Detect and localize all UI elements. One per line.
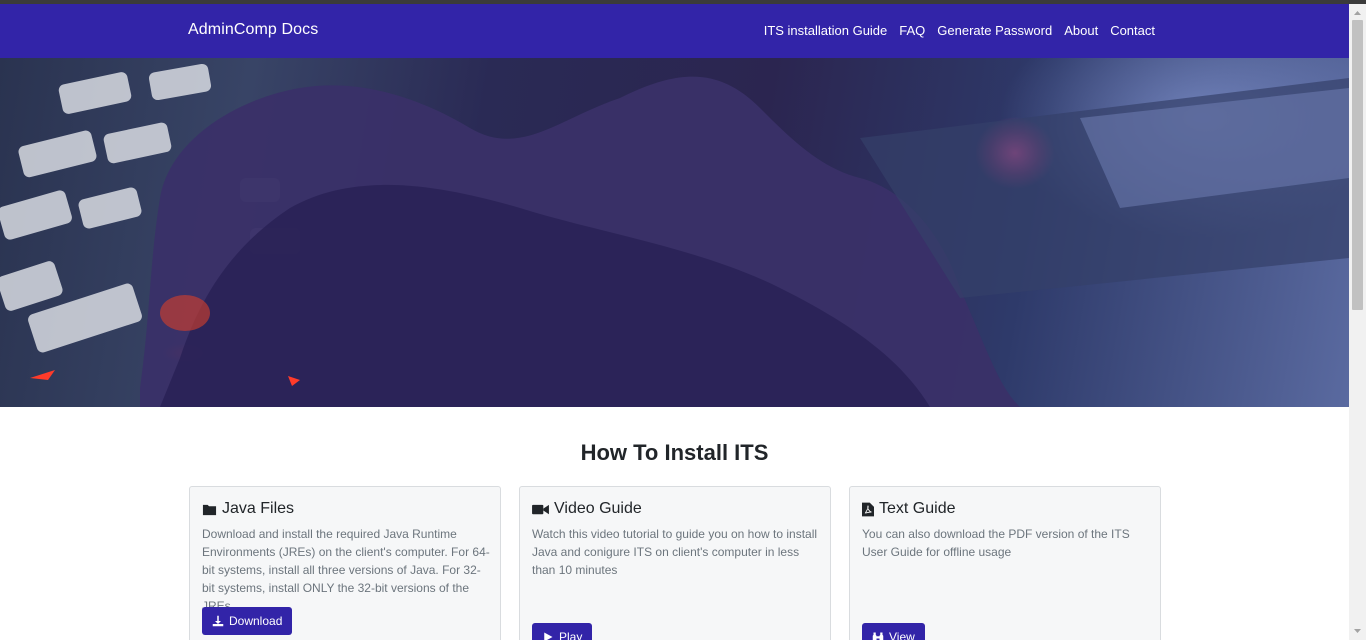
nav-link-about[interactable]: About	[1064, 23, 1098, 38]
download-icon	[212, 615, 224, 627]
brand-link[interactable]: AdminComp Docs	[188, 21, 318, 39]
nav-link-contact[interactable]: Contact	[1110, 23, 1155, 38]
card-title: Text Guide	[862, 500, 955, 518]
hero-image	[0, 58, 1349, 407]
card-title-text: Java Files	[222, 500, 295, 517]
section-title: How To Install ITS	[580, 440, 769, 465]
play-icon	[544, 632, 553, 640]
scroll-down-arrow-icon[interactable]	[1349, 624, 1366, 638]
view-button-label: View	[889, 630, 915, 640]
nav-link-generate-password[interactable]: Generate Password	[937, 23, 1052, 38]
download-button-label: Download	[229, 614, 283, 628]
scrollbar-thumb[interactable]	[1352, 20, 1363, 310]
download-button[interactable]: Download	[202, 607, 293, 635]
card-title-text: Video Guide	[554, 500, 642, 517]
nav-link-its-installation-guide[interactable]: ITS installation Guide	[764, 23, 888, 38]
view-button[interactable]: View	[862, 623, 925, 640]
navbar: AdminComp Docs ITS installation Guide FA…	[0, 4, 1349, 58]
pdf-file-icon	[862, 502, 874, 516]
card-text: Watch this video tutorial to guide you o…	[532, 527, 818, 577]
vertical-scrollbar[interactable]	[1349, 4, 1366, 640]
binoculars-icon	[872, 632, 884, 640]
page: AdminComp Docs ITS installation Guide FA…	[0, 4, 1349, 640]
card-video-guide: Video Guide Watch this video tutorial to…	[519, 486, 831, 640]
card-text-guide: Text Guide You can also download the PDF…	[849, 486, 1161, 640]
card-text: Download and install the required Java R…	[202, 527, 490, 613]
play-button-label: Play	[559, 630, 583, 640]
card-text: You can also download the PDF version of…	[862, 527, 1130, 559]
nav-links: ITS installation Guide FAQ Generate Pass…	[764, 23, 1155, 38]
card-title: Java Files	[202, 500, 294, 518]
scroll-up-arrow-icon[interactable]	[1349, 6, 1366, 20]
card-title: Video Guide	[532, 500, 642, 518]
video-icon	[532, 504, 549, 514]
play-button[interactable]: Play	[532, 623, 593, 640]
folder-icon	[202, 504, 217, 515]
card-java-files: Java Files Download and install the requ…	[189, 486, 501, 640]
card-title-text: Text Guide	[879, 500, 956, 517]
hand-on-keyboard-illustration	[0, 63, 1349, 407]
nav-link-faq[interactable]: FAQ	[899, 23, 925, 38]
